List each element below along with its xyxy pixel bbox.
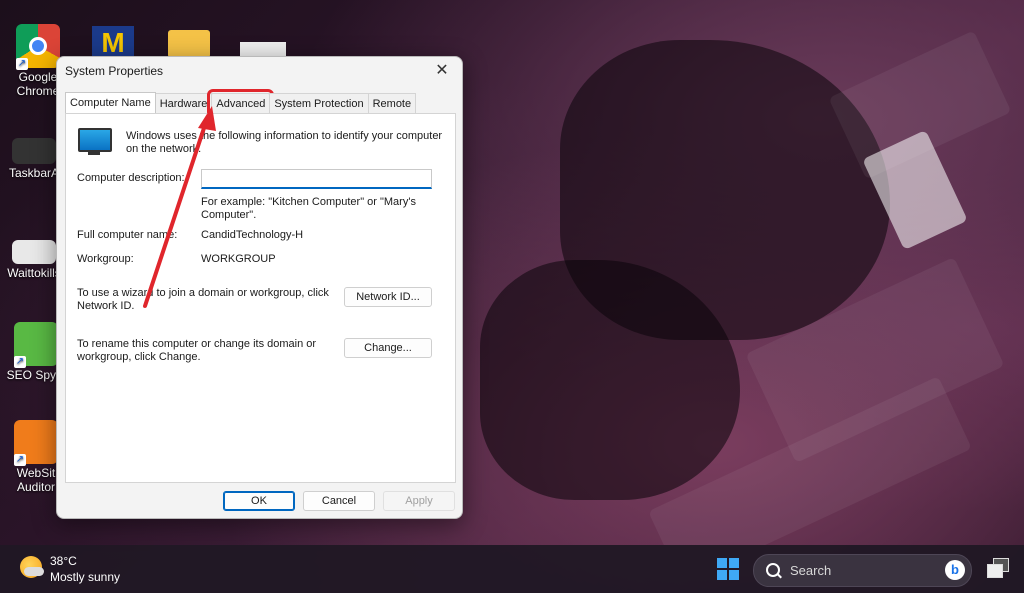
shortcut-arrow-icon: ↗ [14,454,26,466]
weather-temperature[interactable]: 38°C [50,554,77,568]
cancel-button[interactable]: Cancel [303,491,375,511]
bing-icon[interactable]: b [945,560,965,580]
seo-spyglass-icon: ↗ [14,322,58,368]
weather-sun-cloud-icon[interactable] [20,556,44,578]
example-text-line2: Computer". [201,209,257,221]
windows-start-icon[interactable] [717,558,739,580]
chrome-icon: ↗ [16,24,60,70]
example-text-line1: For example: "Kitchen Computer" or "Mary… [201,196,416,208]
computer-name-panel: Windows uses the following information t… [65,113,456,483]
taskbar-search-box[interactable]: Search b [753,554,972,587]
full-computer-name-value: CandidTechnology-H [201,229,304,241]
desktop-icon-label: Waittokills [7,266,61,280]
info-text-line1: Windows uses the following information t… [126,130,443,142]
dialog-title: System Properties [65,64,164,78]
apply-button[interactable]: Apply [383,491,455,511]
desktop-icon-waittokills[interactable]: Waittokills [4,240,64,280]
network-id-text-line1: To use a wizard to join a domain or work… [77,287,329,299]
search-label: Search [790,563,832,578]
computer-description-label: Computer description: [77,172,185,184]
computer-description-field[interactable] [201,169,432,189]
search-icon [766,563,780,577]
document-icon[interactable] [240,42,286,56]
shortcut-arrow-icon: ↗ [14,356,26,368]
website-auditor-icon: ↗ [14,420,58,466]
close-icon[interactable]: ✕ [432,61,452,81]
desktop-icon-taskbar-app[interactable]: TaskbarA [4,138,64,180]
folder-icon[interactable] [168,30,210,58]
network-id-button[interactable]: Network ID... [344,287,432,307]
task-view-icon[interactable] [987,558,1009,578]
tab-strip: Computer Name Hardware Advanced System P… [65,89,417,118]
taskbar: 38°C Mostly sunny Search b [0,545,1024,593]
app-icon [12,138,56,164]
tab-system-protection[interactable]: System Protection [269,93,369,114]
rename-text-line2: workgroup, click Change. [77,351,201,363]
rename-text-line1: To rename this computer or change its do… [77,338,317,350]
system-properties-dialog: System Properties ✕ Computer Name Hardwa… [56,56,463,519]
network-id-text-line2: Network ID. [77,300,135,312]
workgroup-value: WORKGROUP [201,253,276,265]
tab-remote[interactable]: Remote [367,93,417,114]
computer-description-input[interactable] [202,171,431,189]
document-icon [12,240,56,264]
ok-button[interactable]: OK [223,491,295,511]
weather-description[interactable]: Mostly sunny [50,570,120,584]
info-text-line2: on the network. [126,143,202,155]
change-button[interactable]: Change... [344,338,432,358]
full-computer-name-label: Full computer name: [77,229,178,241]
workgroup-label: Workgroup: [77,253,134,265]
tab-computer-name[interactable]: Computer Name [65,92,156,114]
shortcut-arrow-icon: ↗ [16,58,28,70]
desktop-icon-label: TaskbarA [8,166,60,180]
computer-monitor-icon [78,128,112,155]
desktop-icon-partial[interactable]: M [92,26,134,60]
tab-hardware[interactable]: Hardware [154,93,213,114]
tab-advanced[interactable]: Advanced [207,89,275,118]
